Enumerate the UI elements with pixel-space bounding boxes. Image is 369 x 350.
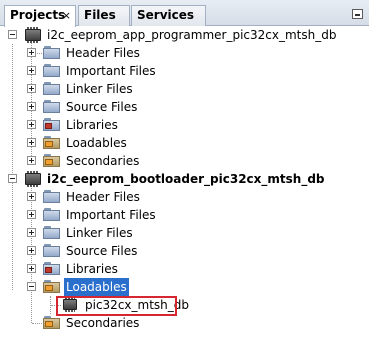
loadables-folder-icon bbox=[43, 280, 61, 294]
tree-item-loadables[interactable]: Loadables bbox=[0, 134, 369, 152]
tree-item-source-files[interactable]: Source Files bbox=[0, 98, 369, 116]
tree-item-label: Important Files bbox=[66, 208, 156, 222]
tree-item-libraries[interactable]: Libraries bbox=[0, 116, 369, 134]
explorer-tab-bar: Projects × Files Services bbox=[0, 0, 369, 27]
collapse-icon[interactable] bbox=[8, 174, 17, 183]
tree-item-label: Loadables bbox=[64, 278, 129, 296]
tree-item-label: Header Files bbox=[66, 190, 140, 204]
expand-icon[interactable] bbox=[27, 156, 36, 165]
expand-icon[interactable] bbox=[27, 210, 36, 219]
libraries-folder-icon bbox=[43, 262, 61, 276]
tree-item-label: Source Files bbox=[66, 244, 138, 258]
project-node-1[interactable]: i2c_eeprom_app_programmer_pic32cx_mtsh_d… bbox=[0, 26, 369, 44]
loadables-folder-icon bbox=[43, 136, 61, 150]
tree-item-label: Libraries bbox=[66, 262, 118, 276]
folder-icon bbox=[43, 46, 61, 60]
tree-item-label: Linker Files bbox=[66, 82, 133, 96]
folder-icon bbox=[43, 64, 61, 78]
expand-icon[interactable] bbox=[27, 192, 36, 201]
tree-item-linker-files[interactable]: Linker Files bbox=[0, 80, 369, 98]
tab-files-label: Files bbox=[84, 8, 116, 22]
tab-services[interactable]: Services bbox=[131, 5, 206, 26]
collapse-icon[interactable] bbox=[27, 282, 36, 291]
project-chip-icon bbox=[25, 171, 41, 187]
folder-icon bbox=[43, 226, 61, 240]
tree-item-secondaries[interactable]: Secondaries bbox=[0, 314, 369, 332]
libraries-folder-icon bbox=[43, 118, 61, 132]
project-name: i2c_eeprom_app_programmer_pic32cx_mtsh_d… bbox=[47, 28, 337, 42]
tree-item-important-files[interactable]: Important Files bbox=[0, 62, 369, 80]
expand-icon[interactable] bbox=[27, 246, 36, 255]
expand-icon[interactable] bbox=[27, 138, 36, 147]
folder-icon bbox=[43, 244, 61, 258]
folder-icon bbox=[43, 208, 61, 222]
tab-projects-label: Projects bbox=[10, 8, 66, 22]
expand-icon[interactable] bbox=[27, 102, 36, 111]
minimize-window-icon[interactable] bbox=[352, 9, 363, 19]
folder-icon bbox=[43, 82, 61, 96]
secondaries-folder-icon bbox=[43, 316, 61, 330]
tree-item-loadables-selected[interactable]: Loadables bbox=[0, 278, 369, 296]
folder-icon bbox=[43, 190, 61, 204]
tree-item-source-files[interactable]: Source Files bbox=[0, 242, 369, 260]
tree-item-label: Libraries bbox=[66, 118, 118, 132]
expand-icon[interactable] bbox=[27, 48, 36, 57]
expand-icon[interactable] bbox=[27, 228, 36, 237]
secondaries-folder-icon bbox=[43, 154, 61, 168]
tree-item-label: Linker Files bbox=[66, 226, 133, 240]
tab-services-label: Services bbox=[137, 8, 195, 22]
collapse-icon[interactable] bbox=[8, 30, 17, 39]
expand-icon[interactable] bbox=[27, 84, 36, 93]
tree-item-label: Source Files bbox=[66, 100, 138, 114]
tree-item-label: Secondaries bbox=[66, 316, 140, 330]
tree-item-libraries[interactable]: Libraries bbox=[0, 260, 369, 278]
folder-icon bbox=[43, 100, 61, 114]
expand-icon[interactable] bbox=[27, 264, 36, 273]
tree-item-label: Secondaries bbox=[66, 154, 140, 168]
expand-icon[interactable] bbox=[27, 120, 36, 129]
project-name: i2c_eeprom_bootloader_pic32cx_mtsh_db bbox=[47, 172, 325, 186]
tree-item-secondaries[interactable]: Secondaries bbox=[0, 152, 369, 170]
project-chip-icon bbox=[25, 27, 41, 43]
tree-item-header-files[interactable]: Header Files bbox=[0, 44, 369, 62]
tree-item-header-files[interactable]: Header Files bbox=[0, 188, 369, 206]
tree-item-label: Important Files bbox=[66, 64, 156, 78]
tree-item-important-files[interactable]: Important Files bbox=[0, 206, 369, 224]
project-node-2[interactable]: i2c_eeprom_bootloader_pic32cx_mtsh_db bbox=[0, 170, 369, 188]
tree-item-label: Header Files bbox=[66, 46, 140, 60]
tab-projects[interactable]: Projects × bbox=[4, 5, 76, 27]
expand-icon[interactable] bbox=[27, 66, 36, 75]
close-icon[interactable]: × bbox=[62, 6, 71, 25]
tab-files[interactable]: Files bbox=[78, 5, 130, 26]
tree-item-label: Loadables bbox=[66, 136, 127, 150]
tree-item-linker-files[interactable]: Linker Files bbox=[0, 224, 369, 242]
highlight-box bbox=[56, 296, 177, 316]
